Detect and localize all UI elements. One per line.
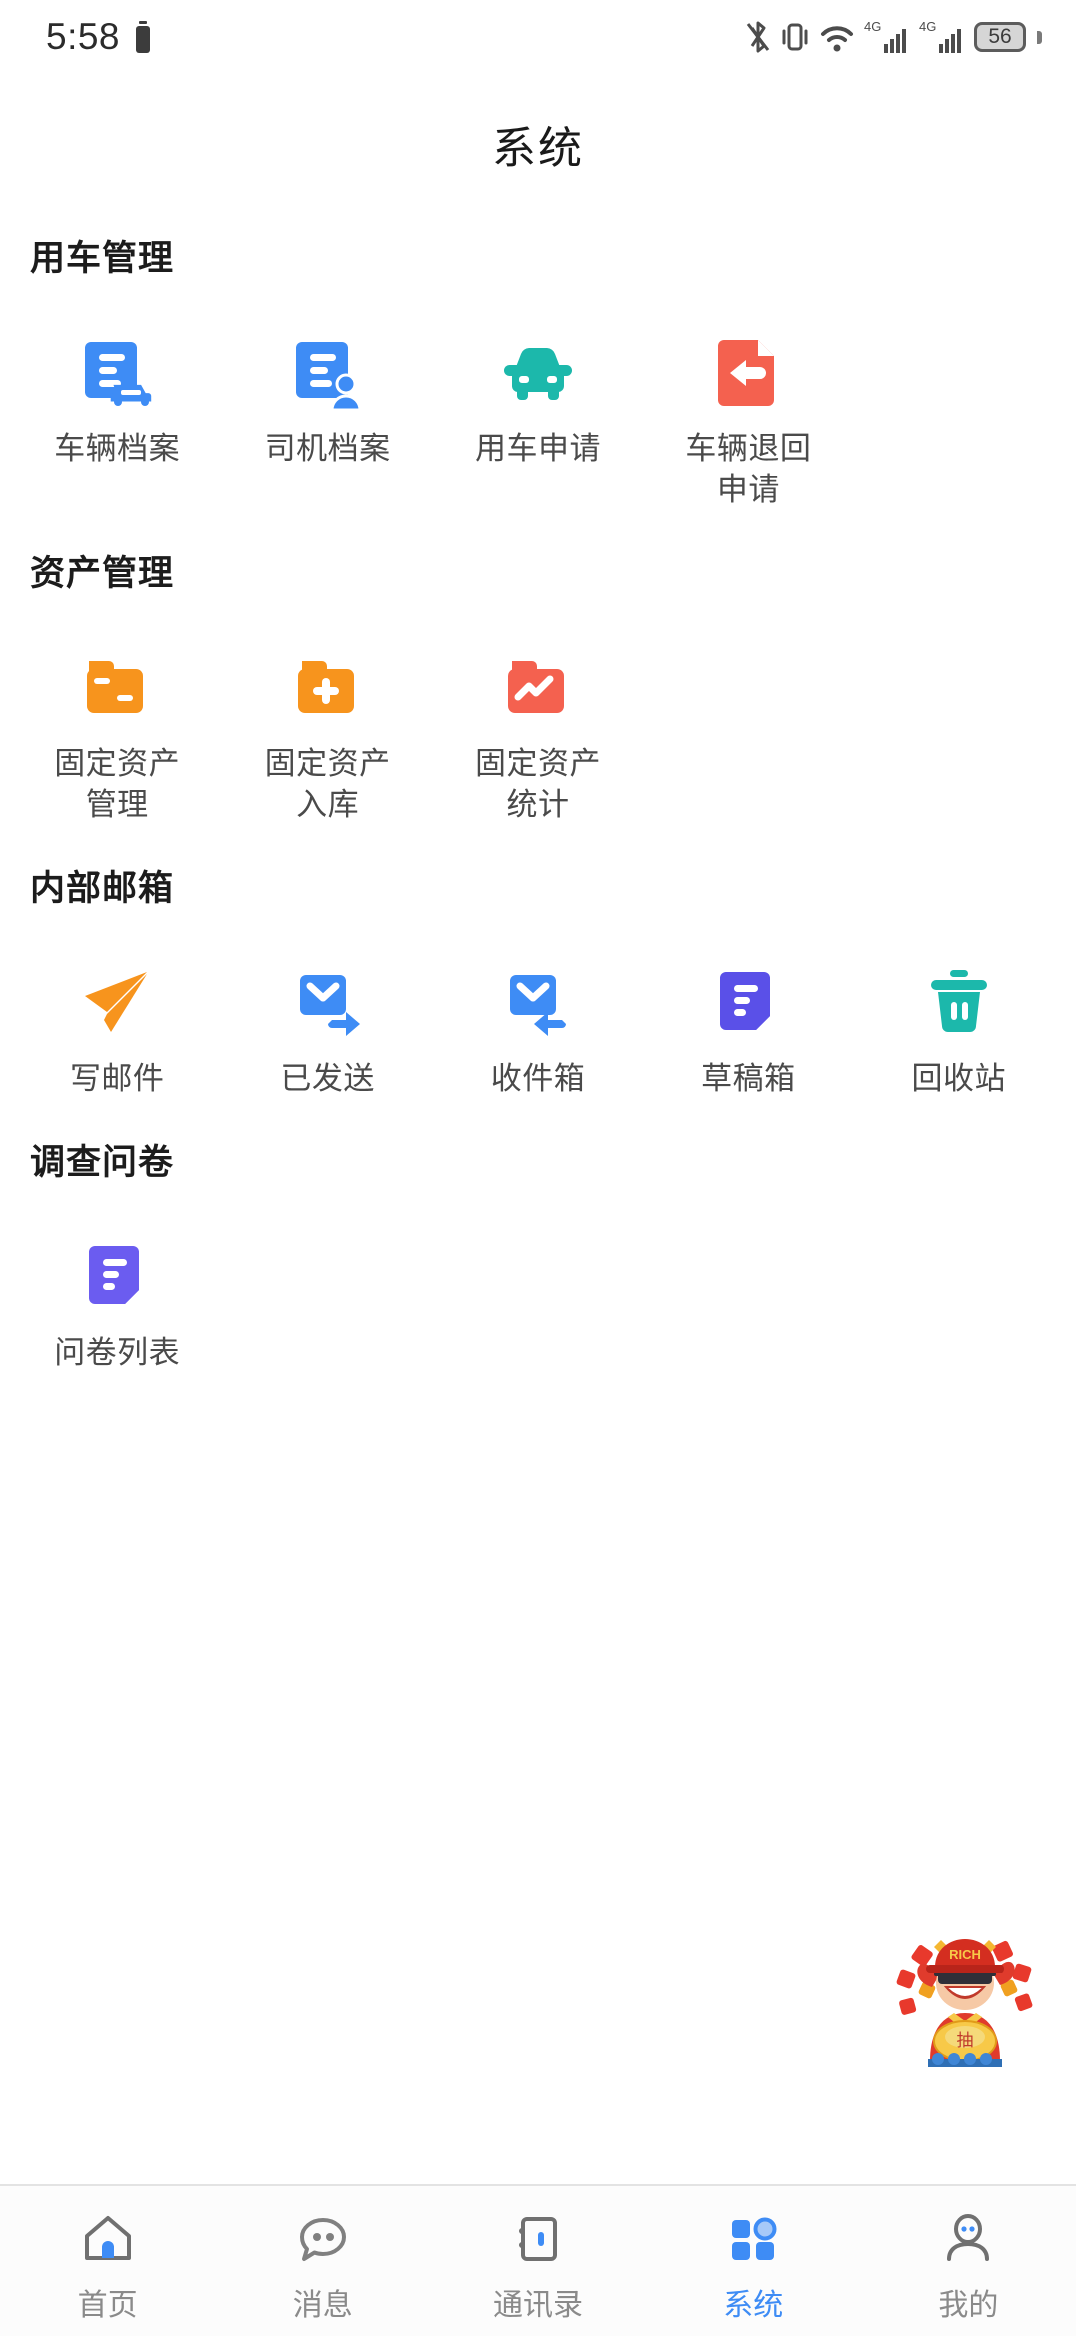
tile-sent-mail[interactable]: 已发送 <box>222 957 432 1100</box>
message-icon <box>296 2206 350 2272</box>
tile-drafts[interactable]: 草稿箱 <box>643 957 853 1100</box>
cap-text: RICH <box>949 1947 981 1962</box>
tile-car-request[interactable]: 用车申请 <box>433 327 643 511</box>
section-asset-management: 资产管理 固定资产管理 固定资产入库 固定资产统计 <box>0 545 1076 826</box>
tile-label: 固定资产管理 <box>54 745 181 822</box>
tile-label: 车辆退回申请 <box>685 431 812 507</box>
page-title: 系统 <box>492 124 584 173</box>
tile-label: 草稿箱 <box>701 1060 796 1096</box>
tile-driver-file[interactable]: 司机档案 <box>222 327 432 511</box>
driver-file-icon <box>285 329 371 415</box>
section-title: 内部邮箱 <box>30 868 175 908</box>
profile-icon <box>941 2206 995 2272</box>
car-icon <box>495 329 581 415</box>
signal-4g-2-icon: 4G <box>919 18 965 56</box>
tab-profile[interactable]: 我的 <box>861 2206 1076 2324</box>
section-grid: 写邮件 已发送 收件箱 草稿箱 回收站 <box>0 957 1076 1100</box>
tile-vehicle-file[interactable]: 车辆档案 <box>12 327 222 511</box>
bottom-tab-bar: 首页 消息 通讯录 系统 我的 <box>0 2184 1076 2336</box>
section-grid: 固定资产管理 固定资产入库 固定资产统计 <box>0 642 1076 826</box>
tile-label: 已发送 <box>280 1060 375 1096</box>
wifi-icon <box>819 19 855 55</box>
tile-label: 司机档案 <box>264 431 391 466</box>
section-grid: 问卷列表 <box>0 1231 1076 1374</box>
tile-label: 写邮件 <box>69 1060 165 1096</box>
tab-home[interactable]: 首页 <box>0 2206 215 2324</box>
tile-vehicle-return[interactable]: 车辆退回申请 <box>643 327 853 511</box>
tile-label: 车辆档案 <box>54 431 181 466</box>
tab-label: 系统 <box>723 2289 784 2322</box>
tile-asset-inbound[interactable]: 固定资产入库 <box>222 642 432 826</box>
vehicle-file-icon <box>74 329 160 415</box>
tab-label: 通讯录 <box>493 2289 583 2322</box>
asset-stats-folder-icon <box>495 644 581 730</box>
tile-asset-manage[interactable]: 固定资产管理 <box>12 642 222 826</box>
section-title: 用车管理 <box>30 239 175 278</box>
tile-label: 固定资产统计 <box>474 745 601 822</box>
tile-label: 收件箱 <box>490 1060 586 1096</box>
mail-sent-icon <box>285 959 371 1045</box>
vibrate-icon <box>780 19 810 55</box>
section-vehicle-management: 用车管理 车辆档案 司机档案 用车申请 车辆退回申请 <box>0 230 1076 511</box>
status-time: 5:58 <box>46 16 121 57</box>
tile-label: 固定资产入库 <box>264 745 391 822</box>
app-grid-content: 用车管理 车辆档案 司机档案 用车申请 车辆退回申请 资产管理 固定资产管理 固… <box>0 230 1076 1393</box>
tile-empty <box>854 642 1064 826</box>
bluetooth-icon <box>745 19 771 55</box>
home-icon <box>81 2206 135 2272</box>
tab-label: 我的 <box>938 2289 999 2322</box>
tab-message[interactable]: 消息 <box>215 2206 430 2324</box>
trash-icon <box>916 959 1002 1045</box>
tile-asset-stats[interactable]: 固定资产统计 <box>433 642 643 826</box>
survey-document-icon <box>74 1233 160 1319</box>
tile-empty <box>222 1231 432 1374</box>
tile-empty <box>854 327 1064 511</box>
svg-text:4G: 4G <box>919 19 936 34</box>
battery-icon: 56 <box>974 22 1026 52</box>
asset-add-folder-icon <box>285 644 371 730</box>
tile-empty <box>854 1231 1064 1374</box>
section-survey: 调查问卷 问卷列表 <box>0 1134 1076 1374</box>
tile-inbox[interactable]: 收件箱 <box>433 957 643 1100</box>
status-bar-right: 4G 4G 56 <box>745 18 1042 56</box>
status-bar: 5:58 4G 4G 56 <box>0 0 1076 74</box>
mail-inbox-icon <box>495 959 581 1045</box>
battery-level: 56 <box>974 22 1026 52</box>
tile-empty <box>433 1231 643 1374</box>
section-grid: 车辆档案 司机档案 用车申请 车辆退回申请 <box>0 327 1076 511</box>
tile-compose-mail[interactable]: 写邮件 <box>12 957 222 1100</box>
tile-recycle-bin[interactable]: 回收站 <box>854 957 1064 1100</box>
paper-plane-icon <box>74 959 160 1045</box>
battery-small-icon <box>134 21 152 53</box>
draft-document-icon <box>705 959 791 1045</box>
section-title: 调查问卷 <box>30 1142 175 1182</box>
tab-label: 消息 <box>292 2289 353 2322</box>
section-title: 资产管理 <box>30 553 175 593</box>
tile-empty <box>643 642 853 826</box>
battery-nub-icon <box>1037 30 1042 44</box>
tab-contacts[interactable]: 通讯录 <box>430 2206 645 2324</box>
section-internal-mailbox: 内部邮箱 写邮件 已发送 收件箱 草稿箱 回收站 <box>0 860 1076 1100</box>
lucky-draw-mascot[interactable]: 抽 RICH <box>890 1925 1040 2075</box>
tab-system[interactable]: 系统 <box>646 2206 861 2324</box>
tile-label: 问卷列表 <box>54 1334 181 1370</box>
status-bar-left: 5:58 <box>46 16 152 58</box>
grid-icon <box>726 2206 780 2272</box>
tile-survey-list[interactable]: 问卷列表 <box>12 1231 222 1374</box>
signal-4g-1-icon: 4G <box>864 18 910 56</box>
svg-text:4G: 4G <box>864 19 881 34</box>
ingot-text: 抽 <box>957 2031 974 2051</box>
contacts-icon <box>511 2206 565 2272</box>
vehicle-return-icon <box>705 329 791 415</box>
asset-folder-icon <box>74 644 160 730</box>
tile-empty <box>643 1231 853 1374</box>
tile-label: 用车申请 <box>474 431 601 466</box>
tile-label: 回收站 <box>911 1060 1007 1096</box>
tab-label: 首页 <box>77 2289 138 2322</box>
